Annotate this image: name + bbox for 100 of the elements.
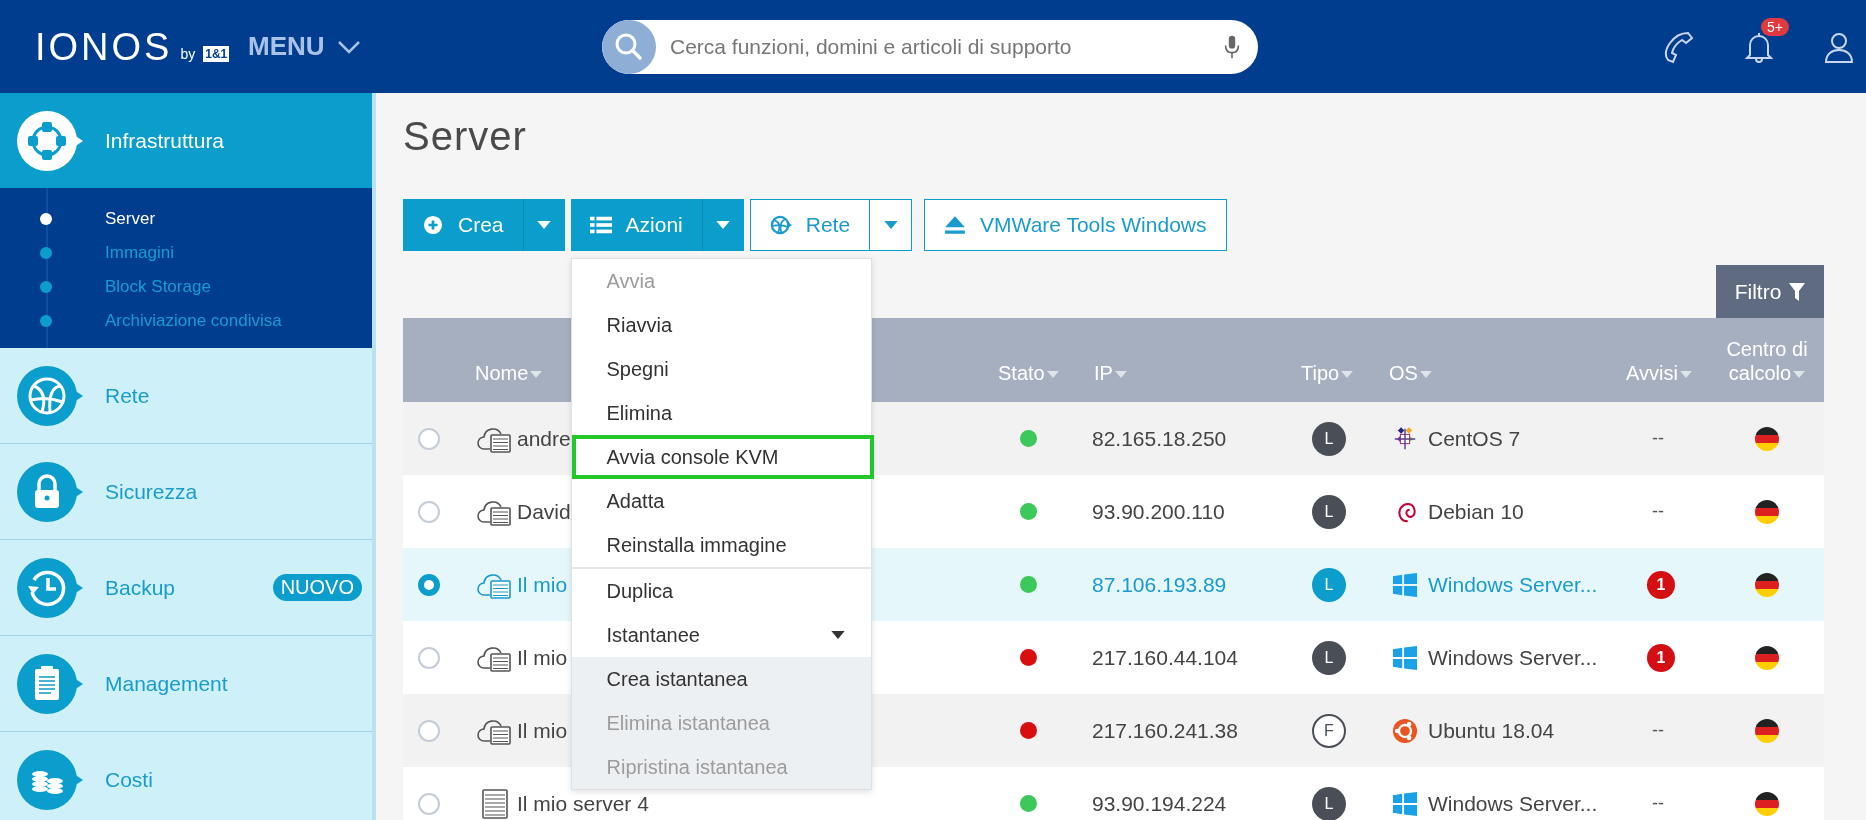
toolbar-button[interactable]: Crea [403,199,523,251]
bullet-icon [39,246,53,260]
flag-icon [1754,717,1780,744]
type-badge: L [1312,567,1346,602]
os-name: Windows Server... [1428,791,1598,816]
os-name: Debian 10 [1428,499,1524,524]
menu-item[interactable]: Reinstalla immagine [571,523,871,567]
bullet-icon [39,314,53,328]
caret-icon [537,221,552,229]
phone-icon[interactable] [1662,29,1696,64]
alert-count: -- [1652,501,1664,522]
menu-item[interactable]: Adatta [571,479,871,523]
bullet-icon [39,212,53,226]
server-name: Il mio [517,718,568,743]
toolbar-button[interactable]: Azioni [570,199,702,251]
submenu-toggle[interactable]: Istantanee [571,613,871,657]
windows-logo-icon [1392,790,1418,817]
menu-item[interactable]: Avvia console KVM [571,435,874,479]
radio-button[interactable] [418,646,440,669]
menu-button[interactable]: MENU [248,31,602,62]
list-icon [589,215,612,235]
alert-count: -- [1652,793,1664,814]
ip-address: 217.160.44.104 [1092,645,1238,670]
submenu-item[interactable]: Archiviazione condivisa [0,304,372,338]
bullet-icon [39,280,53,294]
eject-icon [944,215,967,235]
server-name[interactable]: Il mio [517,572,568,597]
notification-badge: 5+ [1761,17,1789,36]
type-badge: L [1312,786,1346,820]
chevron-down-icon [336,39,361,54]
logo-by-text: by [180,45,196,62]
globe-icon [769,215,792,235]
microphone-icon[interactable] [1224,33,1240,60]
menu-item[interactable]: Elimina [571,391,871,435]
column-header[interactable]: IP [1094,361,1127,385]
alert-count: -- [1652,428,1664,449]
toolbar-button[interactable]: Rete [749,199,871,251]
pinwheel-icon [1392,425,1418,452]
column-header[interactable]: Nome [475,361,543,385]
nav-item[interactable]: Management [0,636,372,732]
server-name: Il mio [517,645,568,670]
radio-button[interactable] [418,427,440,450]
submenu-item[interactable]: Block Storage [0,270,372,304]
menu-item[interactable]: Crea istantanea [571,657,871,701]
nav-item[interactable]: Rete [0,348,372,444]
radio-button[interactable] [418,500,440,523]
ip-address: 93.90.194.224 [1092,791,1227,816]
column-header[interactable]: Centro di calcolo [1719,337,1815,385]
ip-address: 87.106.193.89 [1092,572,1227,597]
ip-address: 217.160.241.38 [1092,718,1238,743]
plus-circle-icon [422,215,444,235]
type-badge: L [1312,421,1346,456]
type-badge: L [1312,494,1346,529]
brand-badge: 1&1 [203,45,230,62]
nav-item[interactable]: Backup NUOVO [0,540,372,636]
toolbar-button[interactable]: VMWare Tools Windows [924,199,1227,251]
ip-address: 93.90.200.110 [1092,499,1225,524]
column-header[interactable]: Avvisi [1626,361,1692,385]
server-name: David [517,499,571,524]
nav-item[interactable]: Sicurezza [0,444,372,540]
nav-item[interactable]: Costi [0,732,372,820]
dropdown-toggle-button[interactable] [870,199,913,251]
column-header[interactable]: OS [1389,361,1432,385]
ubuntu-logo-icon [1392,717,1418,744]
filter-button[interactable]: Filtro [1716,265,1824,318]
caret-icon [883,221,898,229]
caret-icon [716,221,731,229]
windows-logo-icon [1392,644,1418,671]
search-bar[interactable]: Cerca funzioni, domini e articoli di supporto [602,19,1258,74]
type-badge: F [1312,713,1346,748]
radio-button[interactable] [418,719,440,742]
os-name: Windows Server... [1428,572,1598,597]
column-header[interactable]: Tipo [1301,361,1354,385]
flag-icon [1754,644,1780,671]
menu-item[interactable]: Duplica [571,569,871,613]
flag-icon [1754,498,1780,525]
dropdown-toggle-button[interactable] [701,199,744,251]
radio-button[interactable] [418,573,440,596]
menu-item[interactable]: Riavvia [571,303,871,347]
os-name: Windows Server... [1428,645,1598,670]
alert-badge: 1 [1647,643,1675,672]
logo-text: IONOS [35,24,173,69]
ip-address: 82.165.18.250 [1092,426,1227,451]
os-name: Ubuntu 18.04 [1428,718,1555,743]
submenu-item[interactable]: Immagini [0,236,372,270]
menu-item[interactable]: Spegni [571,347,871,391]
flag-icon [1754,425,1780,452]
caret-icon [830,631,845,639]
search-icon[interactable] [602,19,656,74]
alert-count: -- [1652,720,1664,741]
submenu-item[interactable]: Server [0,202,372,236]
column-header[interactable]: Stato [998,361,1059,385]
flag-icon [1754,571,1780,598]
server-name: andre [517,426,571,451]
page-title: Server [403,113,527,160]
filter-icon [1789,281,1806,302]
flag-icon [1754,790,1780,817]
radio-button[interactable] [418,792,440,815]
nav-item[interactable]: Infrastruttura [0,93,372,188]
dropdown-toggle-button[interactable] [522,199,565,251]
